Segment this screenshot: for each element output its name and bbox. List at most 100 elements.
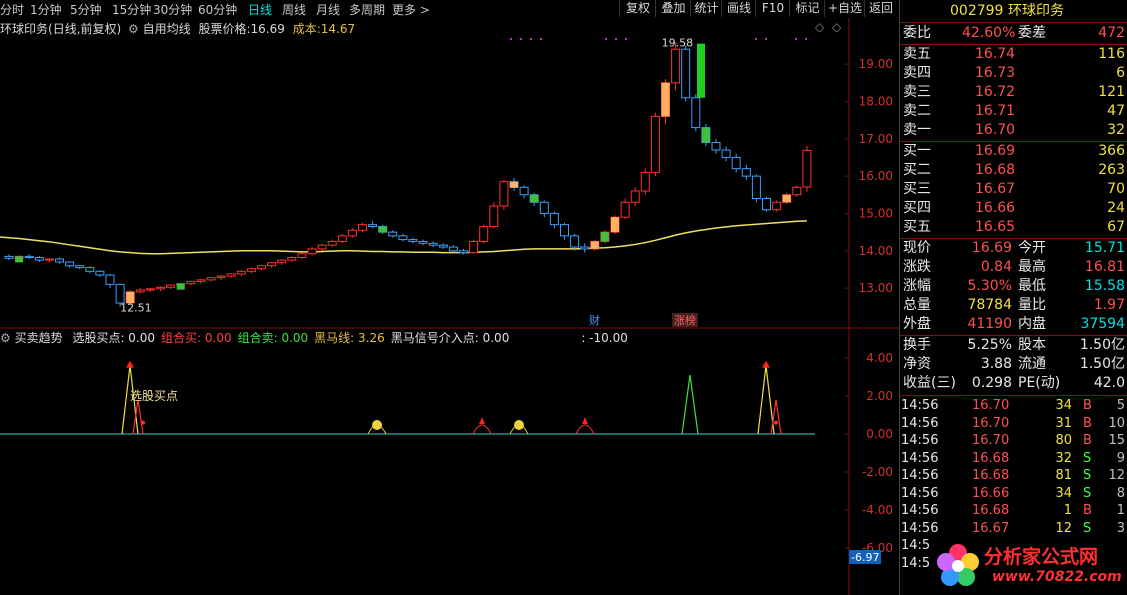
buy-price: 16.66 [975, 200, 1016, 216]
indicator-axis-label: 2.00 [866, 389, 893, 403]
tick-count: 1 [1116, 503, 1125, 518]
stat-value: 1.97 [1093, 297, 1125, 313]
candle [398, 233, 408, 242]
stat-value: 78784 [967, 297, 1012, 313]
buy-volume: 70 [1107, 181, 1125, 197]
tick-time: 14:56 [901, 520, 939, 536]
candle [802, 145, 812, 192]
candle [721, 146, 731, 162]
candle [388, 230, 398, 238]
candle [196, 278, 206, 284]
candle [65, 261, 75, 268]
tick-row: 14:56 16.66 34 S 8 [900, 485, 1127, 503]
kline-chart[interactable]: 19.00 18.00 17.00 16.00 15.00 14.00 13.00 ◇ ◇ 19.… [0, 0, 899, 595]
candle [418, 239, 428, 246]
stat2-value: 42.0 [1093, 375, 1125, 391]
tick-price: 16.66 [972, 485, 1010, 501]
buy-label: 买四 [903, 200, 931, 216]
signal-box [590, 241, 599, 249]
buy-row-2[interactable]: 买二 16.68 263 [900, 161, 1127, 180]
stat-label: 最高 [1018, 259, 1046, 275]
signal-box [611, 217, 619, 233]
candle [226, 273, 236, 278]
quote-separator [900, 22, 1127, 23]
buy-row-3[interactable]: 买三 16.67 70 [900, 180, 1127, 199]
candle [347, 228, 357, 238]
buy-row-1[interactable]: 买一 16.69 366 [900, 142, 1127, 161]
candle [428, 241, 438, 248]
quote-separator [900, 395, 1127, 396]
tick-count: 12 [1108, 468, 1125, 483]
candle [580, 243, 590, 253]
tick-volume: 32 [1055, 450, 1072, 466]
signal-box [15, 256, 24, 263]
stat-value: 15.71 [1084, 240, 1125, 256]
price-axis-label: 19.00 [859, 57, 893, 71]
candle [277, 258, 287, 265]
buy-price: 16.67 [975, 181, 1016, 197]
candle [368, 220, 378, 229]
sell-volume: 47 [1107, 103, 1125, 119]
candle [671, 42, 681, 91]
tick-count: 8 [1116, 485, 1125, 501]
finance-tag[interactable]: 财 [589, 313, 600, 327]
tick-price: 16.67 [972, 520, 1010, 536]
sell-row-3[interactable]: 卖三 16.72 121 [900, 83, 1127, 102]
tick-time: 14:56 [901, 398, 939, 413]
signal-box [701, 127, 710, 143]
watermark-logo: 分析家公式网 www.70822.com [932, 540, 1122, 592]
tick-row: 14:56 16.68 81 S 12 [900, 467, 1127, 485]
tick-row: 14:56 16.70 31 B 10 [900, 415, 1127, 433]
price-axis-label: 17.00 [859, 132, 893, 146]
candle [206, 276, 216, 282]
stat-row: 外盘 41190 内盘 37594 [900, 315, 1127, 334]
wei-cha-value: 472 [1098, 25, 1125, 41]
stat-value: 5.30% [967, 278, 1012, 294]
wei-bi-value: 42.60% [962, 25, 1016, 41]
stat-row: 总量 78784 量比 1.97 [900, 296, 1127, 315]
candle [762, 196, 771, 212]
chart-diamond-icon[interactable]: ◇ [815, 20, 825, 34]
limit-tag[interactable]: 涨榜 [674, 313, 696, 327]
top-signal-dot [625, 38, 627, 40]
candle [711, 138, 721, 154]
tick-time: 14:56 [901, 450, 939, 466]
sell-volume: 6 [1116, 65, 1125, 81]
tick-side: B [1083, 433, 1092, 448]
candle [156, 286, 165, 292]
watermark-title: 分析家公式网 [984, 546, 1099, 568]
sell-row-2[interactable]: 卖二 16.71 47 [900, 102, 1127, 121]
stat2-label: PE(动) [1018, 375, 1061, 391]
quote-stock-name: 环球印务 [1008, 3, 1064, 19]
tick-volume: 1 [1063, 503, 1072, 518]
buy-row-4[interactable]: 买四 16.66 24 [900, 199, 1127, 218]
tick-row: 14:56 16.68 1 B 1 [900, 502, 1127, 520]
chart-diamond-icon-2[interactable]: ◇ [832, 20, 842, 34]
candle [358, 222, 367, 233]
price-axis-label: 18.00 [859, 94, 893, 108]
price-axis-label: 13.00 [859, 281, 893, 295]
sell-label: 卖五 [903, 46, 931, 62]
buy-row-5[interactable]: 买五 16.65 67 [900, 218, 1127, 237]
candle [691, 93, 701, 132]
red-arc [472, 424, 492, 435]
candle [731, 153, 741, 173]
stat-label: 量比 [1018, 297, 1046, 313]
candle [287, 256, 297, 262]
sell-row-1[interactable]: 卖一 16.70 32 [900, 121, 1127, 140]
sell-label: 卖四 [903, 65, 931, 81]
tick-price: 16.68 [972, 450, 1010, 466]
top-signal-dot [755, 38, 757, 40]
buy-label: 买五 [903, 219, 931, 235]
sell-row-5[interactable]: 卖五 16.74 116 [900, 45, 1127, 64]
sell-label: 卖二 [903, 103, 931, 119]
candle [95, 270, 105, 277]
tick-count: 3 [1116, 520, 1125, 536]
sell-row-4[interactable]: 卖四 16.73 6 [900, 64, 1127, 83]
stat-row: 涨幅 5.30% 最低 15.58 [900, 277, 1127, 296]
top-signal-dot [540, 38, 542, 40]
top-signal-dot [805, 38, 807, 40]
candle [4, 254, 14, 261]
candle [459, 248, 468, 255]
candle [317, 243, 327, 251]
